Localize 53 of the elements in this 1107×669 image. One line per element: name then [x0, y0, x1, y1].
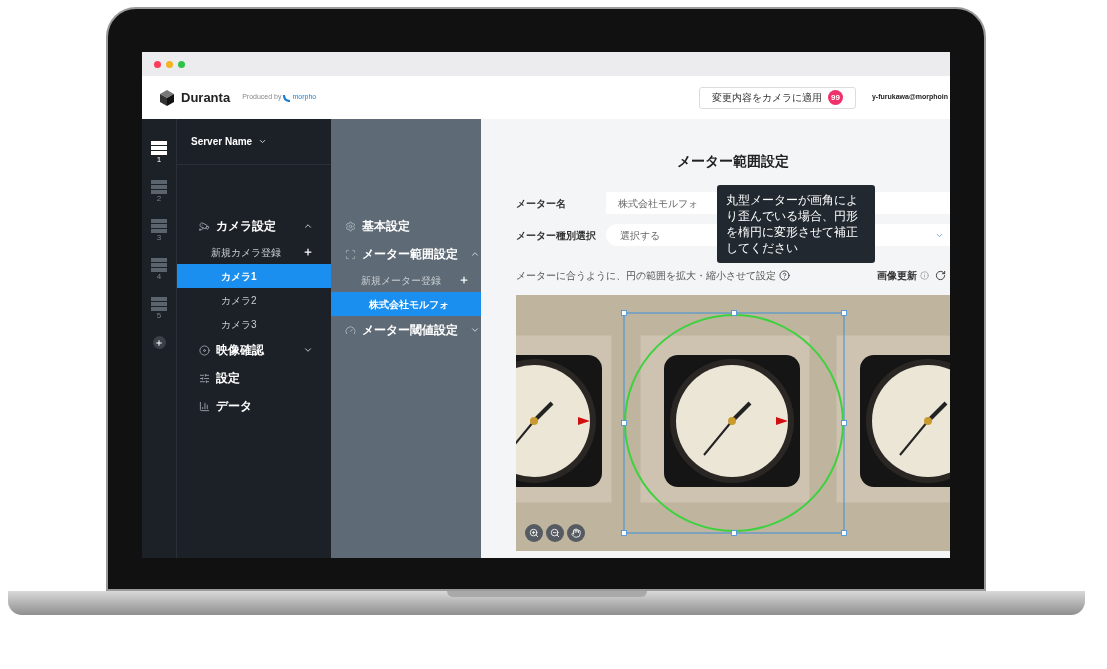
menu-icon: [199, 220, 210, 232]
server-tab[interactable]: 4: [151, 258, 167, 281]
server-icon: [151, 297, 167, 311]
chevron-down-icon: [258, 137, 268, 146]
server-tab[interactable]: 2: [151, 180, 167, 203]
menu-item[interactable]: 設定: [177, 364, 331, 392]
add-item-row[interactable]: 新規カメラ登録: [177, 240, 331, 264]
cube-logo-icon: [158, 88, 176, 107]
submenu-item[interactable]: カメラ3: [177, 312, 331, 336]
menu-item[interactable]: データ: [177, 392, 331, 420]
menu-icon: [199, 344, 210, 356]
server-icon: [151, 219, 167, 233]
plus-icon: [303, 247, 313, 257]
menu-icon: [345, 324, 356, 336]
server-icon: [151, 258, 167, 272]
add-item-row[interactable]: 新規メーター登録: [331, 268, 481, 292]
menu-item[interactable]: メーター範囲設定: [331, 240, 481, 268]
add-server-button[interactable]: [152, 336, 166, 349]
plus-icon: [155, 338, 163, 347]
menu-item[interactable]: メーター閾値設定: [331, 316, 481, 344]
apply-to-camera-button[interactable]: 変更内容をカメラに適用 99: [698, 86, 856, 109]
server-tab[interactable]: 5: [151, 297, 167, 320]
menu-icon: [199, 400, 210, 412]
zoom-in-icon: [529, 528, 539, 538]
plus-icon: [459, 275, 469, 285]
server-icon: [151, 141, 167, 155]
menu-icon: [345, 248, 356, 260]
submenu-item[interactable]: カメラ1: [177, 264, 331, 288]
field-label: メーター名: [516, 196, 567, 211]
refresh-label: 画像更新: [877, 269, 917, 283]
page-title: メーター範囲設定: [677, 152, 789, 171]
server-icon: [151, 180, 167, 194]
refresh-icon[interactable]: [935, 270, 946, 281]
circle-selection-drawing[interactable]: [621, 310, 847, 536]
tooltip: 丸型メーターが画角により歪んでいる場合、円形を楕円に変形させて補正してください: [717, 185, 875, 263]
hand-icon: [571, 528, 581, 538]
submenu-item[interactable]: カメラ2: [177, 288, 331, 312]
logo-text: Duranta: [181, 88, 231, 107]
menu-item[interactable]: カメラ設定: [177, 212, 331, 240]
menu-icon: [345, 220, 356, 232]
menu-icon: [199, 372, 210, 384]
info-icon: [920, 271, 929, 280]
submenu-item[interactable]: 株式会社モルフォ: [331, 292, 481, 316]
server-tab[interactable]: 3: [151, 219, 167, 242]
hint-text: メーターに合うように、円の範囲を拡大・縮小させて設定: [516, 269, 776, 283]
field-label: メーター種別選択: [516, 228, 597, 243]
help-icon[interactable]: [779, 270, 790, 281]
menu-item[interactable]: 基本設定: [331, 212, 481, 240]
count-badge: 99: [827, 90, 843, 105]
menu-item[interactable]: 映像確認: [177, 336, 331, 364]
server-tab[interactable]: 1: [151, 141, 167, 164]
partner-logo-icon: [283, 93, 292, 102]
zoom-out-icon: [550, 528, 560, 538]
